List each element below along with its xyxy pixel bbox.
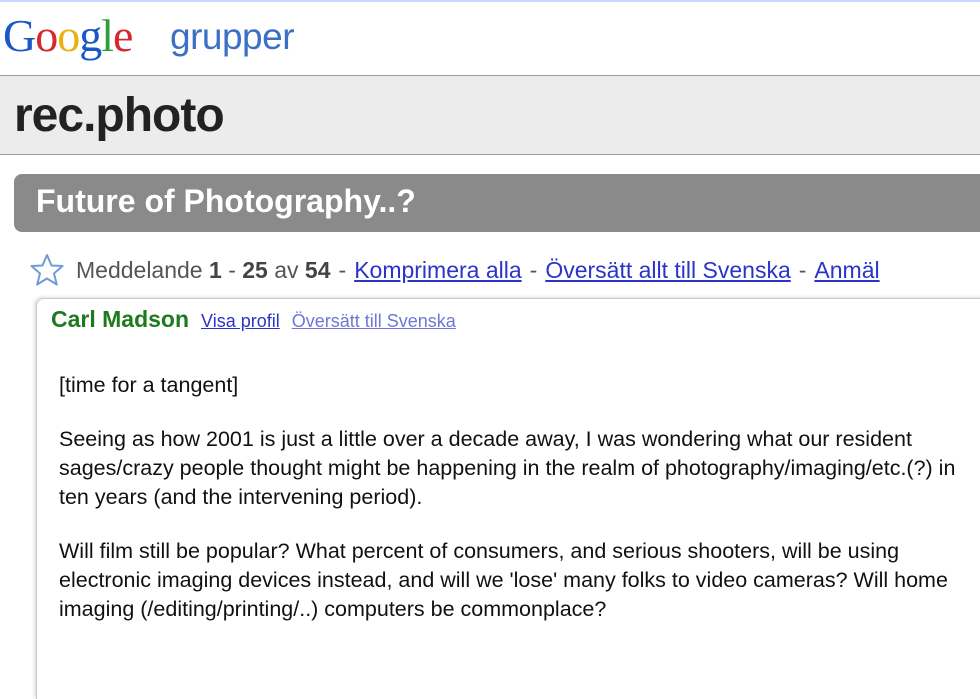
range-start: 1 (209, 256, 222, 283)
thread-title-bar: Future of Photography..? (14, 174, 980, 232)
group-header: rec.photo (0, 76, 980, 155)
view-profile-link[interactable]: Visa profil (201, 311, 280, 332)
post-header: Carl Madson Visa profil Översätt till Sv… (51, 306, 456, 333)
star-icon[interactable] (30, 253, 64, 287)
message-body: [time for a tangent] Seeing as how 2001 … (59, 371, 959, 649)
separator: - (798, 256, 807, 283)
product-name[interactable]: grupper (170, 16, 295, 58)
translate-all-link[interactable]: Översätt allt till Svenska (545, 257, 790, 284)
author-name[interactable]: Carl Madson (51, 306, 189, 333)
message-paragraph: Seeing as how 2001 is just a little over… (59, 427, 956, 509)
top-bar: Google grupper (0, 0, 980, 76)
thread-meta-row: Meddelande 1 - 25 av 54 - Komprimera all… (30, 254, 880, 286)
collapse-all-link[interactable]: Komprimera alla (354, 257, 521, 284)
range-dash: - (228, 256, 236, 283)
translate-post-link[interactable]: Översätt till Svenska (292, 311, 456, 332)
range-end: 25 (242, 256, 268, 283)
message-total: 54 (304, 256, 331, 283)
google-logo[interactable]: Google (3, 10, 133, 62)
of-word: av (274, 256, 299, 283)
separator: - (529, 256, 538, 283)
message-paragraph: Will film still be popular? What percent… (59, 539, 948, 621)
thread-title: Future of Photography..? (36, 183, 416, 219)
report-link[interactable]: Anmäl (814, 257, 879, 284)
group-name[interactable]: rec.photo (14, 88, 225, 143)
message-post: Carl Madson Visa profil Översätt till Sv… (36, 298, 980, 699)
message-paragraph: [time for a tangent] (59, 373, 239, 397)
message-prefix: Meddelande (76, 256, 203, 283)
separator: - (338, 256, 347, 283)
